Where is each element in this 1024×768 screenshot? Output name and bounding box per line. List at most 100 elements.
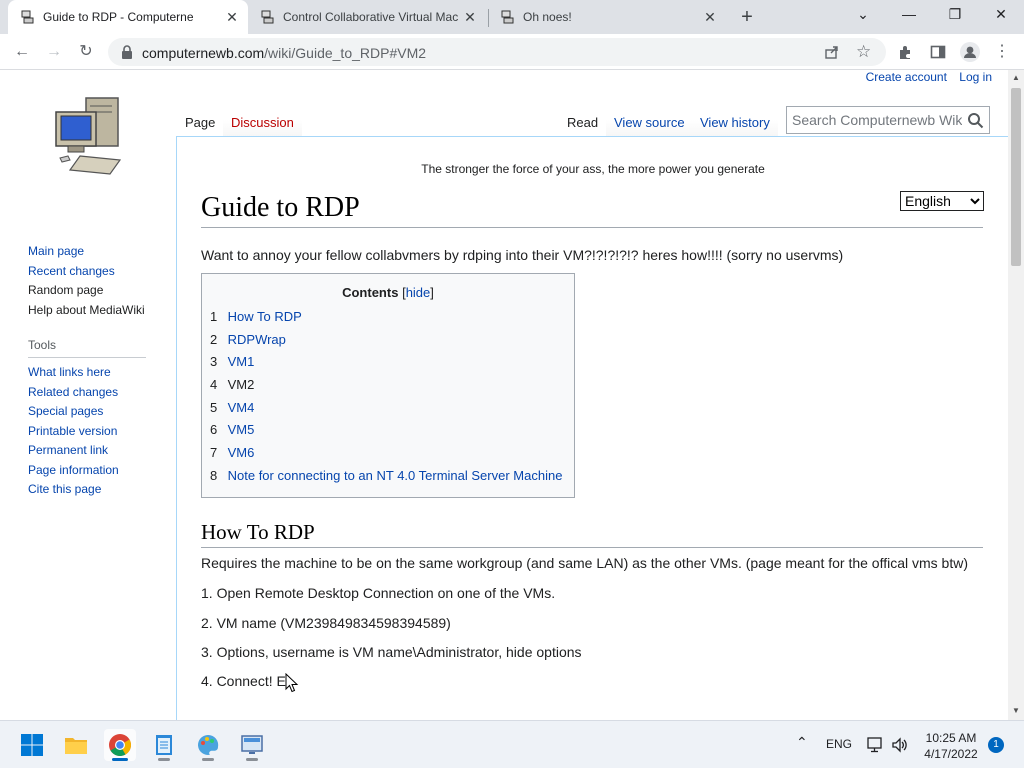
login-link[interactable]: Log in: [959, 70, 992, 84]
toc-item: 6 VM5: [210, 421, 562, 444]
toc-link-vm5[interactable]: VM5: [228, 422, 255, 437]
taskbar-file-explorer[interactable]: [60, 729, 92, 761]
toc-item-number: 3: [210, 354, 218, 370]
back-icon[interactable]: ←: [10, 41, 34, 63]
sidebar-item-random-page[interactable]: Random page: [28, 281, 173, 301]
scroll-thumb[interactable]: [1011, 88, 1021, 266]
input-language-indicator[interactable]: ENG: [826, 737, 852, 751]
toc-item-number: 4: [210, 377, 218, 393]
tab-close-icon[interactable]: ✕: [224, 9, 240, 25]
toc-link-vm1[interactable]: VM1: [228, 354, 255, 369]
tab-close-icon[interactable]: ✕: [462, 9, 478, 25]
close-window-button[interactable]: ✕: [991, 4, 1011, 24]
tools-heading: Tools: [28, 338, 146, 358]
scroll-down-arrow-icon[interactable]: ▼: [1011, 706, 1021, 715]
taskbar-paint[interactable]: [192, 729, 224, 761]
tab-discussion-label: Discussion: [231, 115, 294, 130]
sidebar-item-page-information[interactable]: Page information: [28, 461, 173, 481]
tab-view-history[interactable]: View history: [692, 103, 778, 137]
site-logo-computer-icon[interactable]: [50, 94, 126, 180]
page-title: Guide to RDP: [201, 191, 983, 228]
browser-menu-icon[interactable]: ⋮: [990, 41, 1014, 63]
url-text[interactable]: computernewb.com/wiki/Guide_to_RDP#VM2: [142, 45, 426, 61]
toc-item: 2 RDPWrap: [210, 331, 562, 354]
sidebar-item-related-changes[interactable]: Related changes: [28, 383, 173, 403]
toc-link-nt4-note[interactable]: Note for connecting to an NT 4.0 Termina…: [228, 468, 563, 483]
clock-date: 4/17/2022: [924, 747, 978, 761]
wiki-search[interactable]: [786, 106, 990, 134]
address-bar[interactable]: computernewb.com/wiki/Guide_to_RDP#VM2 ☆: [108, 38, 886, 66]
page-scrollbar[interactable]: ▲ ▼: [1008, 70, 1024, 720]
toc-hide-toggle[interactable]: hide: [406, 285, 431, 300]
sidebar-item-cite-this-page[interactable]: Cite this page: [28, 480, 173, 500]
toc-link-vm2[interactable]: VM2: [228, 377, 255, 392]
table-of-contents: Contents [hide] 1 How To RDP 2 RDPWrap 3…: [201, 273, 575, 498]
tab-view-source[interactable]: View source: [606, 103, 693, 137]
new-tab-button[interactable]: +: [737, 7, 757, 27]
sidebar-item-printable-version[interactable]: Printable version: [28, 422, 173, 442]
body-paragraph: 2. VM name (VM239849834598394589): [201, 615, 451, 631]
minimize-button[interactable]: —: [899, 4, 919, 24]
wiki-favicon-icon: [21, 10, 34, 24]
toc-link-vm4[interactable]: VM4: [228, 400, 255, 415]
toc-link-rdpwrap[interactable]: RDPWrap: [228, 332, 286, 347]
tab-close-icon[interactable]: ✕: [702, 9, 718, 25]
sidebar-item-help[interactable]: Help about MediaWiki: [28, 301, 173, 321]
browser-tab-oh-noes[interactable]: Oh noes! ✕: [488, 0, 728, 34]
restore-button[interactable]: ❐: [945, 4, 965, 24]
toc-item: 3 VM1: [210, 353, 562, 376]
file-explorer-icon: [65, 738, 87, 754]
tab-read[interactable]: Read: [559, 103, 607, 137]
toc-list: 1 How To RDP 2 RDPWrap 3 VM1 4 VM2 5 VM4…: [210, 308, 562, 490]
network-icon[interactable]: [867, 737, 885, 753]
body-paragraph: 4. Connect! E: [201, 673, 286, 689]
tab-title: Guide to RDP - Computernewb W: [43, 10, 193, 24]
scroll-up-arrow-icon[interactable]: ▲: [1011, 73, 1021, 82]
search-input[interactable]: [792, 111, 962, 129]
tab-search-icon[interactable]: ⌄: [853, 4, 873, 24]
browser-tab-guide-to-rdp[interactable]: Guide to RDP - Computernewb W ✕: [8, 0, 248, 34]
toc-item-number: 8: [210, 467, 218, 483]
sidebar-item-recent-changes[interactable]: Recent changes: [28, 262, 173, 282]
show-hidden-icons-chevron-icon[interactable]: ⌃: [796, 734, 808, 751]
start-button[interactable]: [16, 729, 48, 761]
system-clock[interactable]: 10:25 AM 4/17/2022: [918, 730, 984, 762]
tab-view-source-label: View source: [614, 115, 685, 130]
sidebar-item-what-links-here[interactable]: What links here: [28, 363, 173, 383]
wiki-favicon-icon: [501, 10, 514, 24]
toc-bracket: ]: [430, 285, 434, 300]
toc-heading: Contents: [342, 285, 399, 300]
taskbar-chrome[interactable]: [104, 729, 136, 761]
sidebar-item-special-pages[interactable]: Special pages: [28, 402, 173, 422]
search-icon[interactable]: [967, 112, 984, 129]
volume-icon[interactable]: [891, 737, 909, 753]
intro-paragraph: Want to annoy your fellow collabvmers by…: [201, 247, 844, 263]
sidebar: Main page Recent changes Random page Hel…: [28, 242, 173, 500]
side-panel-icon[interactable]: [930, 44, 946, 60]
notification-badge[interactable]: 1: [988, 737, 1004, 753]
toc-item-number: 5: [210, 399, 218, 415]
taskbar-remote-desktop[interactable]: [236, 729, 268, 761]
mouse-pointer-icon: [285, 673, 299, 693]
extensions-icon[interactable]: [897, 44, 914, 61]
profile-avatar-icon[interactable]: [960, 42, 980, 62]
taskbar-notepad[interactable]: [148, 729, 180, 761]
lock-icon[interactable]: [120, 44, 134, 60]
toc-link-vm6[interactable]: VM6: [228, 445, 255, 460]
tab-discussion[interactable]: Discussion: [223, 103, 302, 137]
running-indicator: [158, 758, 170, 761]
create-account-link[interactable]: Create account: [866, 70, 947, 84]
tab-page[interactable]: Page: [177, 103, 224, 137]
toc-link-how-to-rdp[interactable]: How To RDP: [228, 309, 302, 324]
browser-tab-collabvm[interactable]: Control Collaborative Virtual Mac ✕: [248, 0, 488, 34]
share-icon[interactable]: [824, 44, 840, 60]
sidebar-item-main-page[interactable]: Main page: [28, 242, 173, 262]
url-host: computernewb.com: [142, 45, 265, 61]
forward-icon[interactable]: →: [42, 41, 66, 63]
reload-icon[interactable]: ↻: [74, 41, 98, 63]
toc-item: 1 How To RDP: [210, 308, 562, 331]
sidebar-item-permanent-link[interactable]: Permanent link: [28, 441, 173, 461]
toc-item: 5 VM4: [210, 399, 562, 422]
bookmark-star-icon[interactable]: ☆: [856, 42, 871, 62]
windows-taskbar: ⌃ ENG 10:25 AM 4/17/2022 1: [0, 720, 1024, 768]
